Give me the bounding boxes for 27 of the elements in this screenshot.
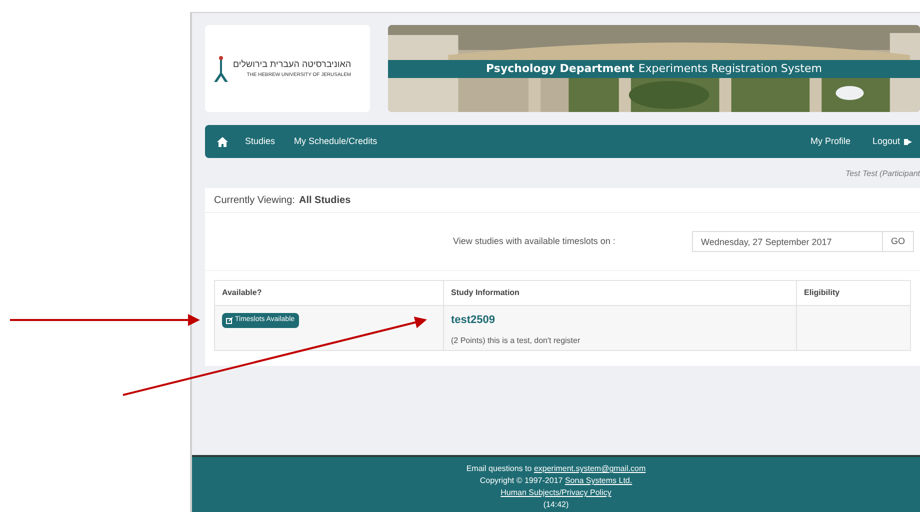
viewing-value: All Studies — [298, 194, 351, 208]
study-title-link[interactable]: test2509 — [451, 312, 789, 328]
nav-link[interactable]: My Schedule/Credits — [294, 134, 378, 148]
logo-icon — [213, 54, 229, 82]
edit-icon — [226, 316, 233, 324]
nav-link[interactable]: Logout — [872, 134, 900, 148]
column-header: Available? — [221, 287, 263, 299]
filter-label: View studies with available timeslots on : — [453, 234, 616, 248]
company-link[interactable]: Sona Systems Ltd. — [564, 476, 632, 485]
column-header: Study Information — [443, 281, 796, 305]
nav-link[interactable]: Studies — [245, 134, 276, 148]
privacy-policy-link[interactable]: Human Subjects/Privacy Policy — [500, 487, 612, 499]
nav-link[interactable]: My Profile — [810, 134, 850, 148]
time-text: (14:42) — [543, 499, 569, 511]
copyright-line: Copyright © 1997-2017 Sona Systems Ltd. — [480, 475, 632, 487]
banner-title: Psychology Department Experiments Registration System — [388, 60, 920, 78]
home-icon[interactable] — [217, 136, 228, 146]
email-line: Email questions to experiment.system@gmail.com — [466, 463, 646, 475]
user-name: Test Test (Participant — [845, 168, 920, 180]
viewing-label: Currently Viewing: — [214, 194, 295, 208]
date-field[interactable]: Wednesday, 27 September 2017 — [692, 231, 883, 252]
go-button[interactable]: GO — [882, 231, 914, 252]
study-description: (2 Points) this is a test, don't register — [451, 334, 582, 346]
email-link[interactable]: experiment.system@gmail.com — [534, 464, 646, 473]
hebrew-university-name: האוניברסיטה העברית בירושלים — [233, 58, 352, 71]
column-header: Eligibility — [796, 281, 910, 305]
logout-icon — [904, 138, 912, 146]
